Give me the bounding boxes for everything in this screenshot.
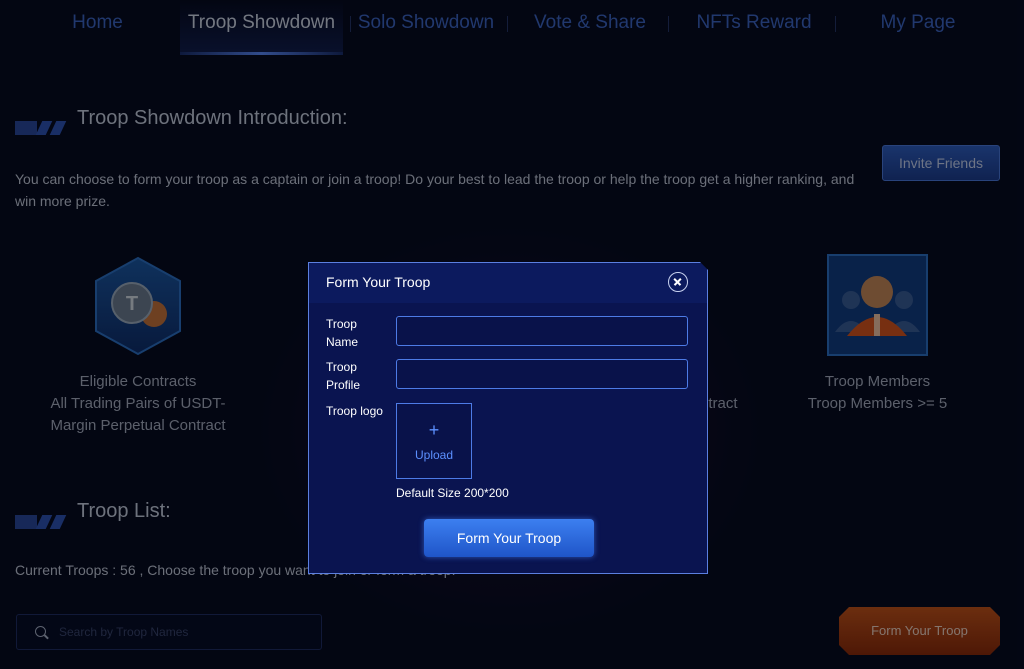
modal-title: Form Your Troop — [326, 274, 431, 290]
upload-label: Upload — [414, 448, 454, 462]
troop-profile-input[interactable] — [396, 359, 688, 389]
logo-size-note: Default Size 200*200 — [396, 486, 509, 500]
troop-name-input[interactable] — [396, 316, 688, 346]
close-icon[interactable] — [668, 272, 688, 292]
modal-header: Form Your Troop — [309, 263, 707, 303]
troop-profile-label: Troop Profile — [326, 360, 361, 392]
submit-form-troop-button[interactable]: Form Your Troop — [424, 519, 594, 557]
logo-upload-button[interactable]: + Upload — [396, 403, 472, 479]
form-troop-modal: Form Your Troop Troop Name Troop Profile… — [308, 262, 708, 574]
troop-name-label: Troop Name — [326, 317, 359, 349]
plus-icon: + — [428, 420, 440, 440]
troop-logo-label: Troop logo — [326, 404, 383, 418]
